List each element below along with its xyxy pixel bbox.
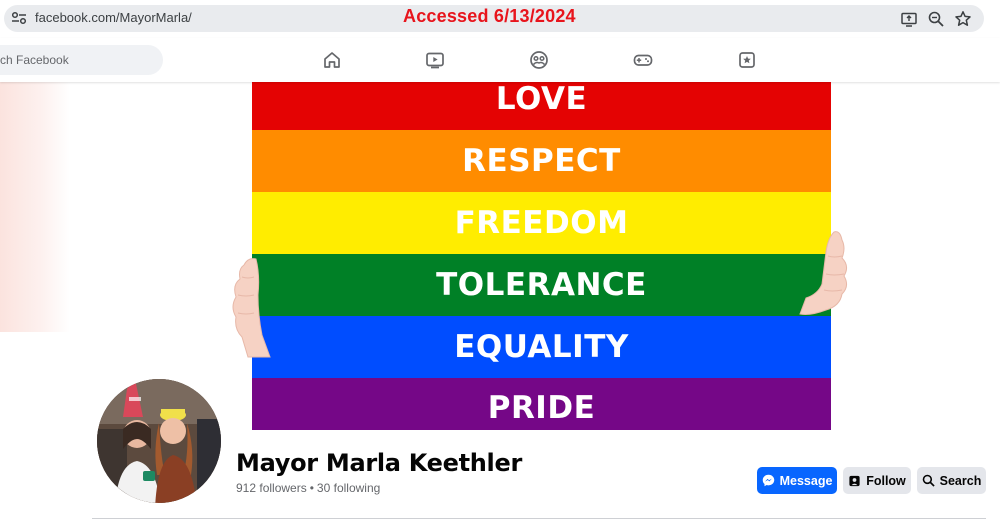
left-hand-illustration bbox=[232, 258, 271, 358]
bookmark-star-icon[interactable] bbox=[954, 10, 972, 28]
profile-avatar[interactable] bbox=[94, 376, 224, 506]
search-icon bbox=[922, 474, 935, 487]
profile-name: Mayor Marla Keethler bbox=[236, 449, 522, 477]
gaming-icon[interactable] bbox=[633, 50, 653, 70]
profile-divider bbox=[92, 518, 986, 519]
zoom-icon[interactable] bbox=[927, 10, 945, 28]
url-text[interactable]: facebook.com/MayorMarla/ bbox=[35, 10, 192, 25]
right-hand-illustration bbox=[799, 231, 848, 315]
cover-stripe-respect: RESPECT bbox=[252, 130, 831, 192]
cover-stripe-equality: EQUALITY bbox=[252, 316, 831, 378]
cover-stripe-label: LOVE bbox=[495, 82, 588, 117]
follow-button-label: Follow bbox=[866, 473, 906, 488]
cover-stripe-label: FREEDOM bbox=[454, 205, 629, 241]
messenger-icon bbox=[762, 474, 774, 487]
cover-stripe-tolerance: TOLERANCE bbox=[252, 254, 831, 316]
groups-icon[interactable] bbox=[529, 50, 549, 70]
stats-separator: • bbox=[309, 481, 314, 495]
follow-button[interactable]: Follow bbox=[843, 467, 911, 494]
cast-icon[interactable] bbox=[900, 10, 918, 28]
facebook-search-placeholder: ch Facebook bbox=[0, 53, 69, 67]
cover-stripe-love: LOVE bbox=[252, 82, 831, 130]
home-icon[interactable] bbox=[322, 50, 342, 70]
profile-photo-illustration bbox=[97, 379, 221, 503]
site-settings-icon[interactable] bbox=[11, 11, 27, 25]
pages-icon[interactable] bbox=[737, 50, 757, 70]
video-icon[interactable] bbox=[425, 50, 445, 70]
cover-stripe-pride: PRIDE bbox=[252, 378, 831, 430]
message-button-label: Message bbox=[779, 473, 833, 488]
cover-stripe-label: TOLERANCE bbox=[436, 267, 647, 303]
followers-link[interactable]: 912 followers bbox=[236, 481, 307, 495]
cover-blur-edge bbox=[0, 82, 70, 332]
facebook-top-nav: ch Facebook bbox=[0, 38, 1000, 82]
cover-stripe-label: RESPECT bbox=[462, 143, 621, 179]
profile-stats: 912 followers • 30 following bbox=[236, 481, 380, 495]
search-button-label: Search bbox=[939, 473, 982, 488]
cover-photo[interactable]: LOVE RESPECT FREEDOM TOLERANCE EQUALITY … bbox=[252, 82, 831, 430]
cover-stripe-label: EQUALITY bbox=[454, 329, 629, 365]
cover-stripe-label: PRIDE bbox=[487, 390, 596, 426]
follow-icon bbox=[849, 475, 860, 487]
browser-toolbar: facebook.com/MayorMarla/ Accessed 6/13/2… bbox=[0, 0, 1000, 38]
message-button[interactable]: Message bbox=[757, 467, 837, 494]
search-button[interactable]: Search bbox=[917, 467, 986, 494]
following-link[interactable]: 30 following bbox=[317, 481, 380, 495]
cover-stripe-freedom: FREEDOM bbox=[252, 192, 831, 254]
accessed-overlay: Accessed 6/13/2024 bbox=[403, 6, 576, 26]
